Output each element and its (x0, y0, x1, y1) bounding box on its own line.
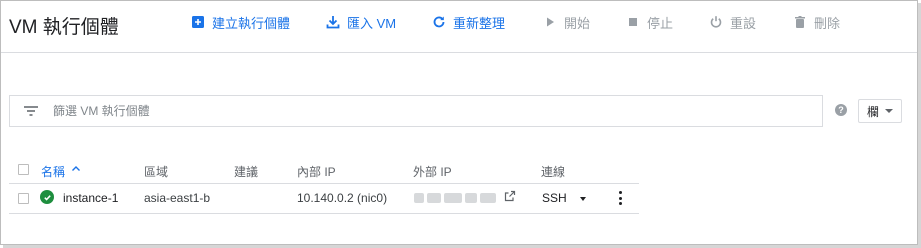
column-header-name[interactable]: 名稱 (41, 163, 65, 180)
start-label: 開始 (564, 15, 591, 31)
stop-button[interactable]: 停止 (625, 12, 673, 32)
stop-label: 停止 (647, 15, 674, 31)
delete-label: 刪除 (814, 15, 841, 31)
delete-button[interactable]: 刪除 (792, 12, 840, 32)
sort-ascending-icon[interactable] (71, 164, 81, 177)
filter-input[interactable] (53, 104, 753, 118)
columns-label: 欄 (866, 104, 879, 119)
import-vm-label: 匯入 VM (347, 15, 397, 31)
stop-icon (625, 14, 641, 30)
play-icon (542, 14, 558, 30)
more-actions-icon[interactable] (618, 191, 622, 205)
column-header-recommendation[interactable]: 建議 (234, 163, 258, 180)
import-vm-button[interactable]: 匯入 VM (325, 12, 396, 32)
column-header-external-ip[interactable]: 外部 IP (413, 163, 452, 180)
create-instance-label: 建立執行個體 (212, 15, 291, 31)
row-checkbox[interactable] (18, 193, 29, 204)
filter-bar (9, 95, 823, 127)
vm-instances-panel: VM 執行個體 建立執行個體 匯入 VM 重新整理 開始 停止 重設 刪除 篩選… (0, 0, 918, 245)
ssh-dropdown-icon[interactable] (580, 197, 586, 201)
external-link-icon[interactable] (504, 190, 516, 202)
external-ip-redacted (414, 191, 498, 204)
column-header-connect[interactable]: 連線 (541, 163, 565, 180)
internal-ip-cell: 10.140.0.2 (nic0) (297, 191, 388, 205)
refresh-button[interactable]: 重新整理 (431, 12, 505, 32)
column-header-zone[interactable]: 區域 (144, 163, 168, 180)
power-icon (708, 14, 724, 30)
reset-button[interactable]: 重設 (708, 12, 756, 32)
start-button[interactable]: 開始 (542, 12, 590, 32)
ssh-button[interactable]: SSH (542, 191, 567, 205)
help-icon[interactable]: ? (835, 104, 847, 116)
import-icon (325, 14, 341, 30)
create-instance-button[interactable]: 建立執行個體 (190, 12, 290, 32)
refresh-label: 重新整理 (453, 15, 506, 31)
status-ok-icon (40, 190, 54, 204)
page-header: VM 執行個體 建立執行個體 匯入 VM 重新整理 開始 停止 重設 刪除 (1, 1, 917, 53)
reset-label: 重設 (730, 15, 757, 31)
instance-name-link[interactable]: instance-1 (63, 191, 118, 205)
page-title: VM 執行個體 (9, 17, 119, 38)
columns-button[interactable]: 欄 (858, 99, 902, 123)
select-all-checkbox[interactable] (18, 164, 29, 175)
header-divider (9, 183, 639, 184)
trash-icon (792, 14, 808, 30)
filter-list-icon (23, 105, 39, 117)
refresh-icon (431, 14, 447, 30)
row-divider (9, 213, 639, 214)
zone-cell: asia-east1-b (144, 191, 211, 205)
caret-down-icon (885, 109, 893, 113)
add-box-icon (190, 14, 206, 30)
column-header-internal-ip[interactable]: 內部 IP (297, 163, 336, 180)
